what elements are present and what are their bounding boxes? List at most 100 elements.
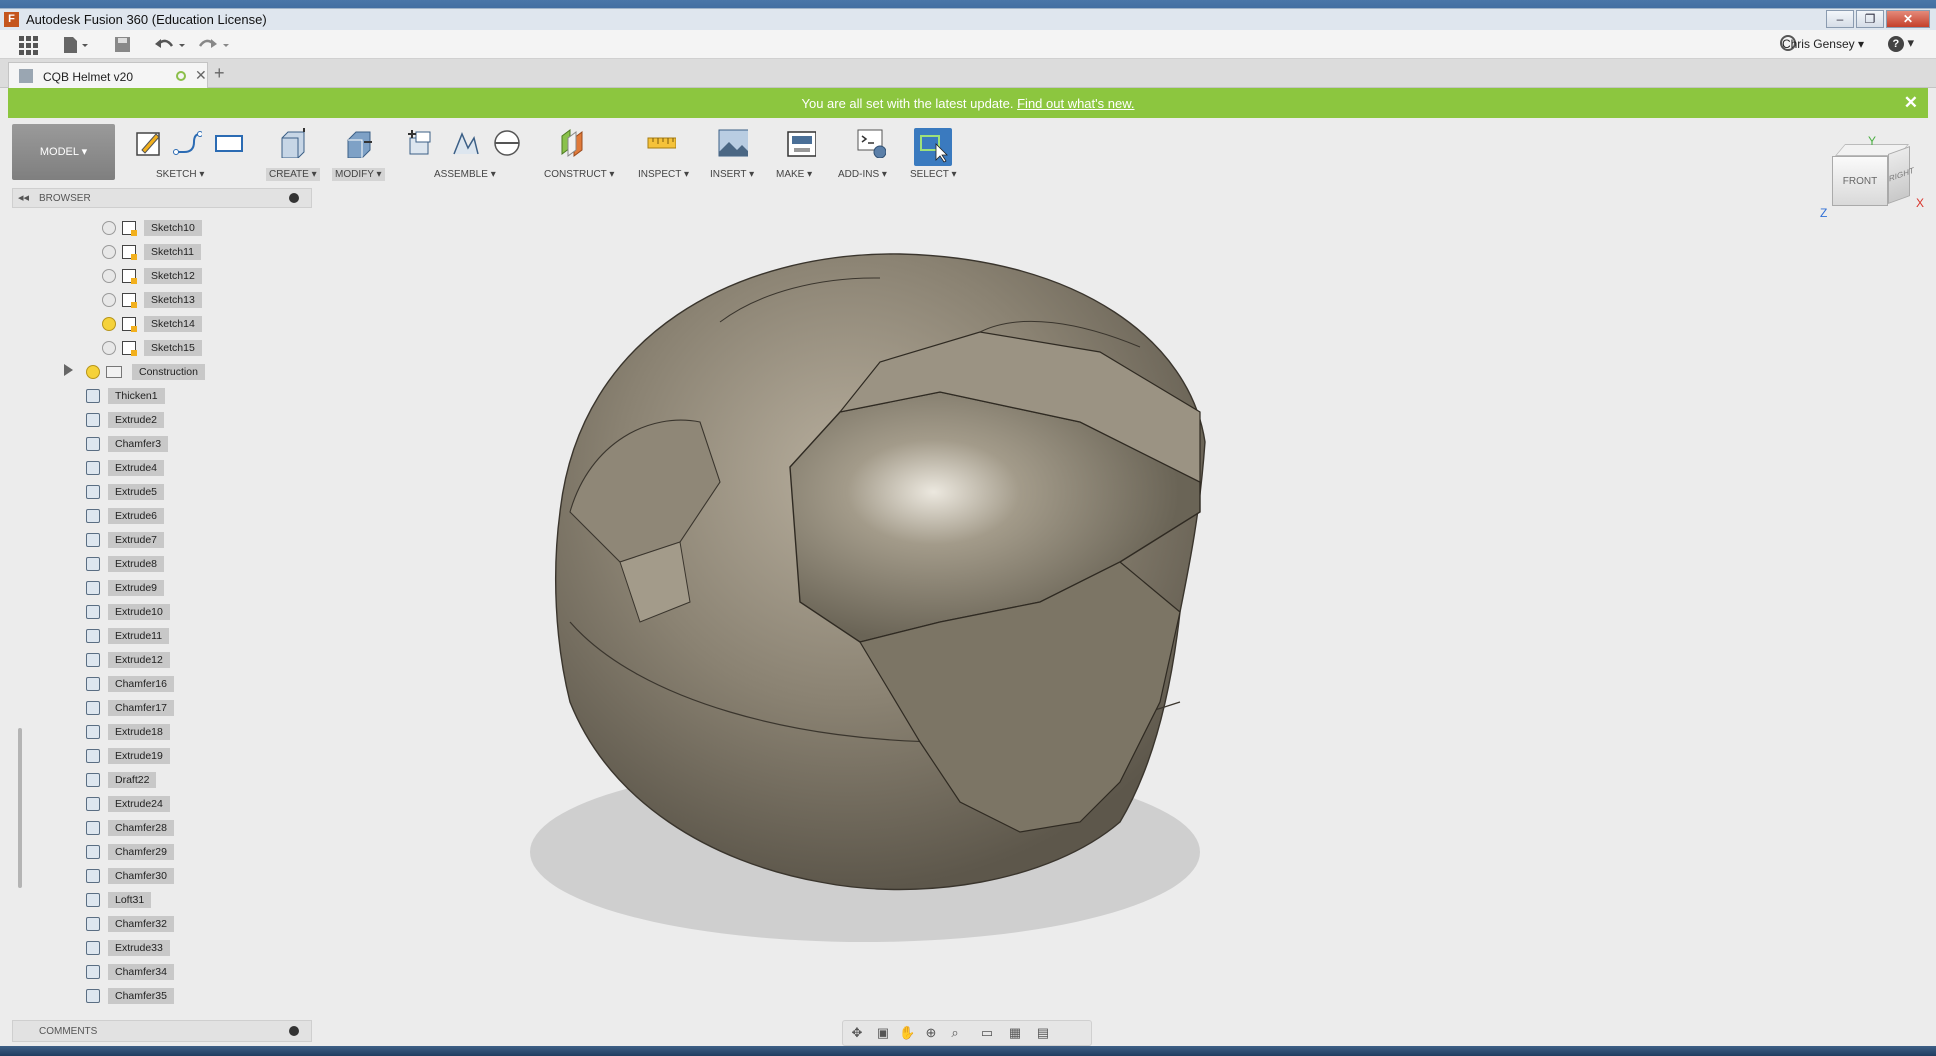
- offset-plane-icon[interactable]: [558, 128, 588, 158]
- zoom-icon[interactable]: ⊕: [923, 1025, 939, 1041]
- window-title: Autodesk Fusion 360 (Education License): [26, 12, 267, 27]
- workspace-switcher[interactable]: MODEL ▾: [12, 124, 115, 180]
- motion-link-icon[interactable]: [492, 128, 522, 158]
- file-menu-icon[interactable]: [62, 36, 90, 56]
- feature-extrude11[interactable]: Extrude11: [86, 626, 170, 646]
- feature-chamfer28[interactable]: Chamfer28: [86, 818, 174, 838]
- new-component-icon[interactable]: [406, 128, 436, 158]
- create-sketch-icon[interactable]: [134, 128, 164, 158]
- new-tab-button[interactable]: +: [214, 63, 225, 84]
- comments-panel[interactable]: COMMENTS: [12, 1020, 312, 1042]
- visibility-bulb-icon[interactable]: [86, 365, 100, 379]
- extrude-icon[interactable]: [278, 128, 308, 158]
- close-window-button[interactable]: ✕: [1886, 10, 1930, 28]
- feature-chamfer35[interactable]: Chamfer35: [86, 986, 174, 1006]
- view-cube-front[interactable]: FRONT: [1832, 156, 1888, 206]
- line-icon[interactable]: [172, 128, 202, 158]
- tree-item-sketch11[interactable]: Sketch11: [102, 242, 201, 262]
- create-group[interactable]: CREATE ▾: [264, 122, 324, 182]
- helmet-model[interactable]: [320, 182, 1928, 1020]
- feature-chamfer34[interactable]: Chamfer34: [86, 962, 174, 982]
- tree-item-sketch12[interactable]: Sketch12: [102, 266, 202, 286]
- feature-extrude24[interactable]: Extrude24: [86, 794, 170, 814]
- whats-new-link[interactable]: Find out what's new.: [1017, 96, 1134, 111]
- feature-chamfer29[interactable]: Chamfer29: [86, 842, 174, 862]
- tree-item-sketch15[interactable]: Sketch15: [102, 338, 202, 358]
- add-comment-button[interactable]: [289, 1026, 299, 1036]
- joint-icon[interactable]: [450, 128, 480, 158]
- select-group[interactable]: SELECT ▾: [910, 122, 958, 182]
- feature-extrude4[interactable]: Extrude4: [86, 458, 165, 478]
- minimize-button[interactable]: –: [1826, 10, 1854, 28]
- feature-chamfer30[interactable]: Chamfer30: [86, 866, 174, 886]
- visibility-bulb-icon[interactable]: [102, 221, 116, 235]
- fit-zoom-icon[interactable]: ⌕: [947, 1025, 963, 1041]
- undo-icon[interactable]: [154, 36, 186, 56]
- feature-extrude10[interactable]: Extrude10: [86, 602, 170, 622]
- insert-group[interactable]: INSERT ▾: [702, 122, 766, 182]
- visibility-bulb-icon[interactable]: [102, 245, 116, 259]
- assemble-group[interactable]: ASSEMBLE ▾: [402, 122, 526, 182]
- construct-group[interactable]: CONSTRUCT ▾: [532, 122, 618, 182]
- browser-scrollbar[interactable]: [18, 728, 22, 888]
- viewports-icon[interactable]: ▤: [1035, 1025, 1051, 1041]
- tree-item-sketch10[interactable]: Sketch10: [102, 218, 202, 238]
- add-ins-group[interactable]: ADD-INS ▾: [838, 122, 904, 182]
- feature-draft22[interactable]: Draft22: [86, 770, 157, 790]
- measure-icon[interactable]: [646, 128, 676, 158]
- orbit-icon[interactable]: ✥: [849, 1025, 865, 1041]
- feature-chamfer3[interactable]: Chamfer3: [86, 434, 169, 454]
- visibility-bulb-icon[interactable]: [102, 341, 116, 355]
- banner-close-button[interactable]: ✕: [1904, 93, 1918, 113]
- tree-item-sketch13[interactable]: Sketch13: [102, 290, 202, 310]
- rectangle-icon[interactable]: [214, 128, 244, 158]
- visibility-bulb-icon[interactable]: [102, 269, 116, 283]
- display-settings-icon[interactable]: ▭: [979, 1025, 995, 1041]
- feature-extrude12[interactable]: Extrude12: [86, 650, 170, 670]
- feature-extrude19[interactable]: Extrude19: [86, 746, 170, 766]
- feature-extrude8[interactable]: Extrude8: [86, 554, 165, 574]
- restore-button[interactable]: ❐: [1856, 10, 1884, 28]
- select-tool-icon[interactable]: [914, 128, 952, 166]
- redo-icon[interactable]: [198, 36, 230, 56]
- app-grid-icon[interactable]: [18, 35, 38, 55]
- collapse-panel-icon[interactable]: ◂◂: [18, 191, 29, 204]
- insert-image-icon[interactable]: [718, 128, 748, 158]
- feature-extrude9[interactable]: Extrude9: [86, 578, 165, 598]
- view-cube[interactable]: FRONT RIGHT Y X Z: [1812, 134, 1932, 234]
- document-tab[interactable]: CQB Helmet v20 ✕: [8, 62, 208, 88]
- close-tab-button[interactable]: ✕: [195, 67, 207, 84]
- feature-extrude2[interactable]: Extrude2: [86, 410, 165, 430]
- feature-extrude6[interactable]: Extrude6: [86, 506, 165, 526]
- help-menu[interactable]: ? ▾: [1887, 35, 1914, 52]
- look-at-icon[interactable]: ▣: [875, 1025, 891, 1041]
- grid-settings-icon[interactable]: ▦: [1007, 1025, 1023, 1041]
- 3d-viewport[interactable]: [320, 182, 1928, 1020]
- feature-chamfer32[interactable]: Chamfer32: [86, 914, 174, 934]
- modify-group[interactable]: MODIFY ▾: [330, 122, 394, 182]
- browser-collapse-button[interactable]: [289, 193, 299, 203]
- user-account-menu[interactable]: Chris Gensey ▾: [1782, 37, 1864, 51]
- feature-extrude5[interactable]: Extrude5: [86, 482, 165, 502]
- expand-arrow-icon[interactable]: [64, 364, 73, 376]
- feature-chamfer17[interactable]: Chamfer17: [86, 698, 174, 718]
- make-group[interactable]: MAKE ▾: [772, 122, 832, 182]
- 3d-print-icon[interactable]: [786, 128, 816, 158]
- tree-item-sketch14[interactable]: Sketch14: [102, 314, 202, 334]
- feature-extrude33[interactable]: Extrude33: [86, 938, 170, 958]
- view-cube-right[interactable]: RIGHT: [1888, 145, 1914, 205]
- inspect-group[interactable]: INSPECT ▾: [624, 122, 696, 182]
- feature-chamfer16[interactable]: Chamfer16: [86, 674, 174, 694]
- press-pull-icon[interactable]: [344, 128, 374, 158]
- feature-extrude7[interactable]: Extrude7: [86, 530, 165, 550]
- feature-extrude18[interactable]: Extrude18: [86, 722, 170, 742]
- visibility-bulb-icon[interactable]: [102, 293, 116, 307]
- tree-folder-construction[interactable]: Construction: [86, 362, 205, 382]
- pan-hand-icon[interactable]: ✋: [899, 1025, 915, 1041]
- scripts-addins-icon[interactable]: [856, 128, 886, 158]
- feature-loft31[interactable]: Loft31: [86, 890, 152, 910]
- feature-thicken1[interactable]: Thicken1: [86, 386, 165, 406]
- save-icon[interactable]: [114, 36, 132, 56]
- visibility-bulb-icon[interactable]: [102, 317, 116, 331]
- sketch-group[interactable]: SKETCH ▾: [122, 122, 260, 182]
